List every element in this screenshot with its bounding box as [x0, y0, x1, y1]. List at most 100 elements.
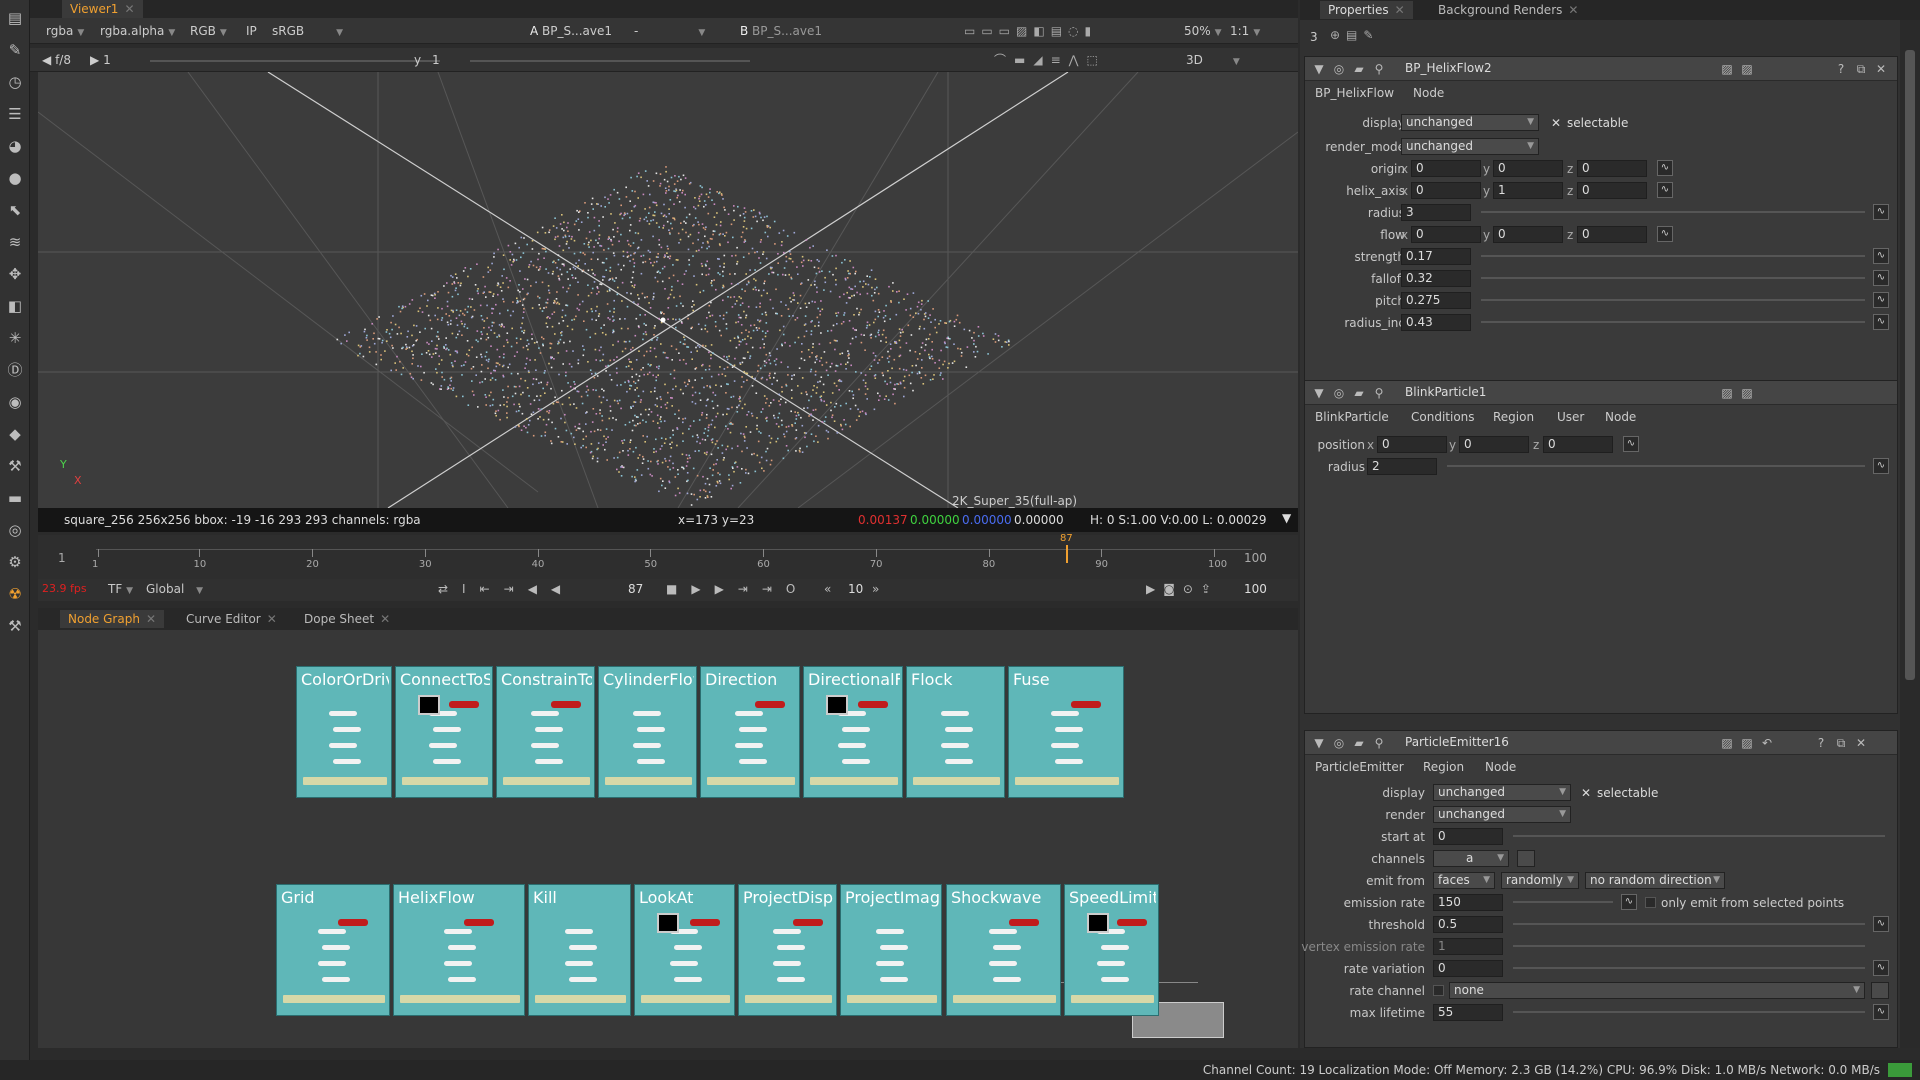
tab-particleemitter[interactable]: ParticleEmitter [1315, 760, 1404, 774]
view-mode-dropdown[interactable]: 3D ▼ [1182, 51, 1244, 69]
3d-icon[interactable]: ◧ [5, 296, 25, 316]
node-projectdisplace[interactable]: ProjectDisplace [738, 884, 837, 1016]
rate-variation-slider[interactable] [1513, 967, 1865, 969]
panel-title[interactable]: BP_HelixFlow2 [1405, 61, 1492, 75]
emit-direction-dropdown[interactable]: no random direction ▼ [1585, 872, 1725, 889]
b-input-dropdown[interactable]: BP_S...ave1 [748, 22, 826, 40]
radius-slider[interactable] [1447, 465, 1865, 467]
render-dropdown[interactable]: unchanged ▼ [1433, 806, 1571, 823]
node-icon[interactable]: ▰ [1351, 385, 1367, 401]
properties-scrollbar[interactable] [1900, 20, 1920, 1048]
step-forward-icon[interactable]: » [872, 582, 879, 596]
tab-properties[interactable]: Properties ✕ [1320, 1, 1413, 19]
node-projectimage[interactable]: ProjectImage [840, 884, 942, 1016]
disable-icon[interactable]: ◎ [1331, 735, 1347, 751]
tab-node[interactable]: Node [1605, 410, 1636, 424]
flow-z-field[interactable]: 0 [1577, 226, 1647, 243]
views-icon[interactable]: ◉ [5, 392, 25, 412]
node-directionalforce[interactable]: DirectionalForce [803, 666, 903, 798]
node-flock[interactable]: Flock [906, 666, 1005, 798]
zoom-dropdown[interactable]: 50% ▼ [1180, 22, 1226, 40]
only-selected-checkbox[interactable] [1645, 897, 1656, 908]
panel-icon-1[interactable]: ▨ [1719, 61, 1735, 77]
tab-curve-editor[interactable]: Curve Editor ✕ [178, 610, 285, 628]
draw-icon[interactable]: ✎ [5, 40, 25, 60]
flow-y-field[interactable]: 0 [1493, 226, 1563, 243]
toolsets-icon[interactable]: ⚒ [5, 456, 25, 476]
helix-axis-x-field[interactable]: 0 [1411, 182, 1481, 199]
close-icon[interactable]: ✕ [1568, 3, 1578, 17]
tab-background-renders[interactable]: Background Renders ✕ [1430, 1, 1586, 19]
step-back-icon[interactable]: « [824, 582, 831, 596]
scrollbar-thumb[interactable] [1905, 50, 1915, 680]
disable-icon[interactable]: ◎ [1331, 385, 1347, 401]
furnace-icon[interactable]: ◎ [5, 520, 25, 540]
float-icon[interactable]: ⧉ [1833, 735, 1849, 751]
panel-title[interactable]: BlinkParticle1 [1405, 385, 1486, 399]
gain-field[interactable]: ▶ 1 [86, 51, 115, 69]
node-shockwave[interactable]: Shockwave [946, 884, 1061, 1016]
gamma-field[interactable]: 1 [428, 51, 444, 69]
undo-icon[interactable]: ↶ [1759, 735, 1775, 751]
strength-slider[interactable] [1481, 255, 1865, 257]
nuke-icon[interactable]: ☢ [5, 584, 25, 604]
tab-node-graph[interactable]: Node Graph ✕ [60, 610, 165, 628]
out-frame-field[interactable]: 100 [1244, 582, 1267, 596]
node-fuse[interactable]: Fuse [1008, 666, 1124, 798]
origin-x-field[interactable]: 0 [1411, 160, 1481, 177]
node-connecttosphere[interactable]: ConnectToSphere [395, 666, 493, 798]
channels-dropdown[interactable]: a ▼ [1433, 850, 1509, 867]
tf-dropdown[interactable]: TF ▼ [108, 582, 133, 596]
position-y-field[interactable]: 0 [1459, 436, 1529, 453]
panel-icon-2[interactable]: ▨ [1739, 61, 1755, 77]
collapse-icon[interactable]: ▼ [1311, 61, 1327, 77]
curve-icon[interactable]: ∿ [1873, 248, 1889, 264]
transport-controls-left[interactable]: ⇄I⇤⇥◀◀ [438, 582, 574, 596]
pin-icon[interactable]: ⚲ [1371, 735, 1387, 751]
curve-icon[interactable]: ∿ [1873, 314, 1889, 330]
chevron-down-icon[interactable]: ▼ [1282, 511, 1291, 525]
radius-inc-field[interactable]: 0.43 [1401, 314, 1471, 331]
node-lookat[interactable]: LookAt [634, 884, 735, 1016]
position-z-field[interactable]: 0 [1543, 436, 1613, 453]
merge-icon[interactable]: ≋ [5, 232, 25, 252]
ratio-dropdown[interactable]: 1:1 ▼ [1226, 22, 1264, 40]
pitch-slider[interactable] [1481, 299, 1865, 301]
close-icon[interactable]: ✕ [1395, 3, 1405, 17]
panel-title[interactable]: ParticleEmitter16 [1405, 735, 1509, 749]
helix-axis-z-field[interactable]: 0 [1577, 182, 1647, 199]
float-icon[interactable]: ⧉ [1853, 61, 1869, 77]
strength-field[interactable]: 0.17 [1401, 248, 1471, 265]
max-panels-field[interactable]: 3 [1310, 30, 1318, 44]
selectable-checkbox[interactable]: ✕ [1581, 786, 1591, 800]
rate-variation-field[interactable]: 0 [1433, 960, 1503, 977]
node-speedlimit[interactable]: SpeedLimit [1064, 884, 1159, 1016]
node-helixflow[interactable]: HelixFlow [393, 884, 525, 1016]
node-grid[interactable]: Grid [276, 884, 390, 1016]
image-menu-icon[interactable]: ▤ [5, 8, 25, 28]
fstop-control[interactable]: ◀ f/8 [38, 51, 75, 69]
close-icon[interactable]: ✕ [380, 612, 390, 626]
panel-icon-2[interactable]: ▨ [1739, 385, 1755, 401]
rate-channel-checkbox[interactable] [1433, 985, 1444, 996]
emit-order-dropdown[interactable]: randomly ▼ [1501, 872, 1579, 889]
particles-icon[interactable]: ✳ [5, 328, 25, 348]
ab-op-dropdown[interactable]: - ▼ [630, 22, 730, 40]
curve-icon[interactable]: ∿ [1873, 292, 1889, 308]
channel-icon[interactable]: ☰ [5, 104, 25, 124]
pitch-field[interactable]: 0.275 [1401, 292, 1471, 309]
node-icon[interactable]: ▰ [1351, 61, 1367, 77]
falloff-slider[interactable] [1481, 277, 1865, 279]
transport-controls-right[interactable]: ■▶▶⇥⇥O [666, 582, 809, 596]
pin-icon[interactable]: ⚲ [1371, 385, 1387, 401]
help-icon[interactable]: ? [1813, 735, 1829, 751]
close-icon[interactable]: ✕ [124, 2, 134, 16]
start-at-slider[interactable] [1513, 835, 1885, 837]
display-dropdown[interactable]: RGB ▼ [186, 22, 231, 40]
tab-node[interactable]: Node [1413, 86, 1444, 100]
tab-conditions[interactable]: Conditions [1411, 410, 1475, 424]
deep-icon[interactable]: Ⓓ [5, 360, 25, 380]
threshold-field[interactable]: 0.5 [1433, 916, 1503, 933]
emission-rate-slider[interactable] [1513, 901, 1613, 903]
threshold-slider[interactable] [1513, 923, 1865, 925]
